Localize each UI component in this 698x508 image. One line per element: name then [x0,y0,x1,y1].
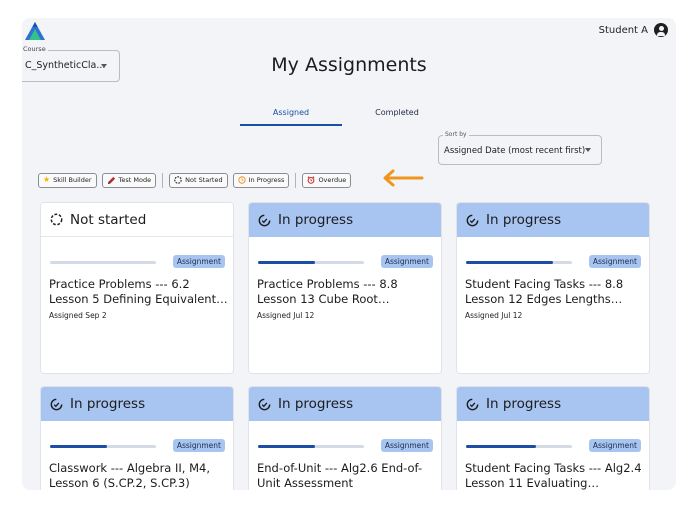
assignment-tag: Assignment [380,255,433,268]
card-status-header: In progress [41,387,233,421]
filter-not-started-label: Not Started [185,176,223,184]
card-date: Assigned Jul 12 [257,311,315,320]
sort-select[interactable]: Sort by Assigned Date (most recent first… [438,131,602,165]
progress-bar [50,261,156,264]
progress-bar [50,445,156,448]
progress-clock-icon [50,398,63,410]
card-title: End-of-Unit --- Alg2.6 End-of-Unit Asses… [257,461,423,490]
filter-overdue[interactable]: Overdue [302,172,352,188]
dashed-circle-icon [50,213,63,226]
sort-label: Sort by [443,131,469,138]
top-bar: Student A [22,18,676,46]
pencil-icon [107,176,115,184]
assignment-card[interactable]: Not started Assignment Practice Problems… [40,202,234,374]
filter-not-started[interactable]: Not Started [169,172,228,188]
triangle-logo-icon[interactable] [24,20,46,42]
card-status: In progress [486,396,562,412]
assignment-tag: Assignment [588,439,641,452]
assignment-tag: Assignment [172,439,225,452]
filter-bar: ★ Skill Builder Test Mode Not Started In… [38,172,352,188]
card-status: In progress [70,396,146,412]
card-title: Student Facing Tasks --- Alg2.4 Lesson 1… [465,461,642,490]
card-status-header: In progress [457,203,649,237]
assignment-card[interactable]: In progress Assignment Student Facing Ta… [456,202,650,374]
card-title: Practice Problems --- 6.2 Lesson 5 Defin… [49,277,217,306]
tab-completed[interactable]: Completed [346,106,448,117]
tab-completed-label: Completed [375,108,419,117]
progress-fill [466,261,553,264]
card-status: In progress [278,396,354,412]
sort-value: Assigned Date (most recent first) [444,146,586,156]
chevron-down-icon [585,148,591,152]
filter-in-progress-label: In Progress [248,176,285,184]
card-title: Classwork --- Algebra II, M4, Lesson 6 (… [49,461,210,490]
card-status-header: Not started [41,203,233,237]
card-status-header: In progress [249,203,441,237]
card-status: Not started [70,211,147,228]
account-circle-icon [654,23,668,37]
filter-divider [295,172,297,188]
card-status: In progress [486,212,562,228]
active-tab-indicator [240,124,342,126]
assignment-tag: Assignment [588,255,641,268]
course-label: Course [22,45,48,53]
progress-clock-icon [258,214,271,226]
app-frame: Student A Course C_SyntheticCla... My As… [22,18,676,490]
progress-fill [258,445,316,448]
progress-bar [258,445,364,448]
filter-divider [162,172,164,188]
assignment-tag: Assignment [172,255,225,268]
progress-fill [466,445,536,448]
card-status: In progress [278,212,354,228]
progress-clock-icon [466,398,479,410]
filter-overdue-label: Overdue [318,176,347,184]
progress-bar [466,261,572,264]
assignment-card[interactable]: In progress Assignment Classwork --- Alg… [40,386,234,490]
card-title: Practice Problems --- 8.8 Lesson 13 Cube… [257,277,398,306]
alarm-clock-icon [307,176,315,184]
progress-fill [258,261,316,264]
user-name: Student A [598,24,648,36]
arrow-left-icon [383,169,424,187]
progress-clock-icon [258,398,271,410]
progress-clock-icon [466,214,479,226]
card-status-header: In progress [457,387,649,421]
tab-assigned-label: Assigned [272,108,310,117]
progress-bar [466,445,572,448]
assignment-card[interactable]: In progress Assignment Student Facing Ta… [456,386,650,490]
card-date: Assigned Jul 12 [465,311,523,320]
card-title: Student Facing Tasks --- 8.8 Lesson 12 E… [465,277,624,306]
star-icon: ★ [43,175,51,184]
assignment-tabs: Assigned Completed [240,106,440,128]
assignment-tag: Assignment [380,439,433,452]
progress-clock-icon [237,176,246,184]
assignment-card[interactable]: In progress Assignment Practice Problems… [248,202,442,374]
progress-fill [50,445,108,448]
user-menu[interactable]: Student A [599,23,668,37]
filter-test-mode-label: Test Mode [118,176,152,184]
filter-skill-builder[interactable]: ★ Skill Builder [38,172,97,188]
card-date: Assigned Sep 2 [49,311,107,320]
card-status-header: In progress [249,387,441,421]
filter-in-progress[interactable]: In Progress [232,172,290,188]
assignment-card[interactable]: In progress Assignment End-of-Unit --- A… [248,386,442,490]
progress-bar [258,261,364,264]
filter-skill-builder-label: Skill Builder [53,176,92,184]
filter-test-mode[interactable]: Test Mode [101,172,157,188]
dashed-circle-icon [174,176,182,184]
tab-assigned[interactable]: Assigned [240,106,342,126]
page-title: My Assignments [271,54,427,76]
